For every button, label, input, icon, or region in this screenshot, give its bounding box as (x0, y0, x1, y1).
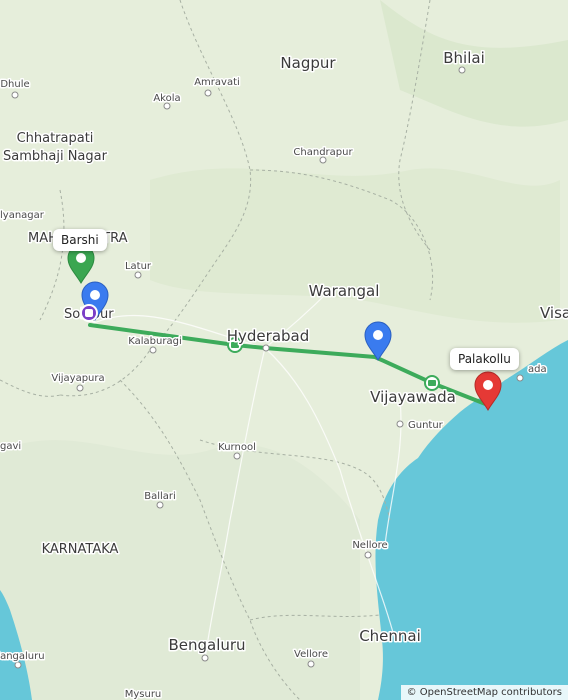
label-karnataka: KARNATAKA (42, 542, 119, 557)
label-warangal: Warangal (309, 282, 380, 300)
label-nagpur: Nagpur (280, 54, 336, 72)
origin-callout[interactable]: Barshi (53, 229, 107, 251)
attribution-text: © OpenStreetMap contributors (406, 687, 562, 698)
destination-callout[interactable]: Palakollu (450, 348, 519, 370)
label-mysuru: Mysuru (125, 689, 162, 700)
origin-callout-label: Barshi (61, 233, 99, 247)
label-nellore: Nellore (352, 540, 387, 551)
label-vijayawada: Vijayawada (370, 388, 456, 406)
label-latur: Latur (125, 261, 152, 272)
label-vellore: Vellore (294, 649, 328, 660)
label-belagavi: gavi (0, 441, 21, 452)
label-kurnool: Kurnool (218, 442, 256, 453)
label-bengaluru: Bengaluru (168, 636, 245, 654)
label-dhule: Dhule (0, 79, 29, 90)
label-kakinada: ada (528, 364, 547, 375)
label-lyanagar: lyanagar (0, 210, 45, 221)
label-sambhaji-nagar: Sambhaji Nagar (3, 149, 108, 164)
label-chhatrapati: Chhatrapati (17, 131, 94, 146)
label-vijayapura: Vijayapura (51, 373, 104, 384)
destination-callout-label: Palakollu (458, 352, 511, 366)
map-attribution[interactable]: © OpenStreetMap contributors (400, 685, 568, 700)
label-hyderabad: Hyderabad (227, 327, 310, 345)
terrain-patch (0, 440, 360, 700)
stop-marker-icon[interactable] (80, 304, 98, 322)
label-visakhapatnam: Visa (540, 304, 568, 322)
label-amravati: Amravati (194, 77, 240, 88)
label-kalaburagi: Kalaburagi (128, 336, 181, 347)
label-bhilai: Bhilai (443, 49, 485, 67)
label-chennai: Chennai (359, 627, 421, 645)
label-chandrapur: Chandrapur (293, 147, 353, 158)
label-guntur: Guntur (408, 420, 444, 431)
label-akola: Akola (153, 93, 180, 104)
label-mangaluru: Mangaluru (0, 651, 45, 662)
label-ballari: Ballari (144, 491, 176, 502)
